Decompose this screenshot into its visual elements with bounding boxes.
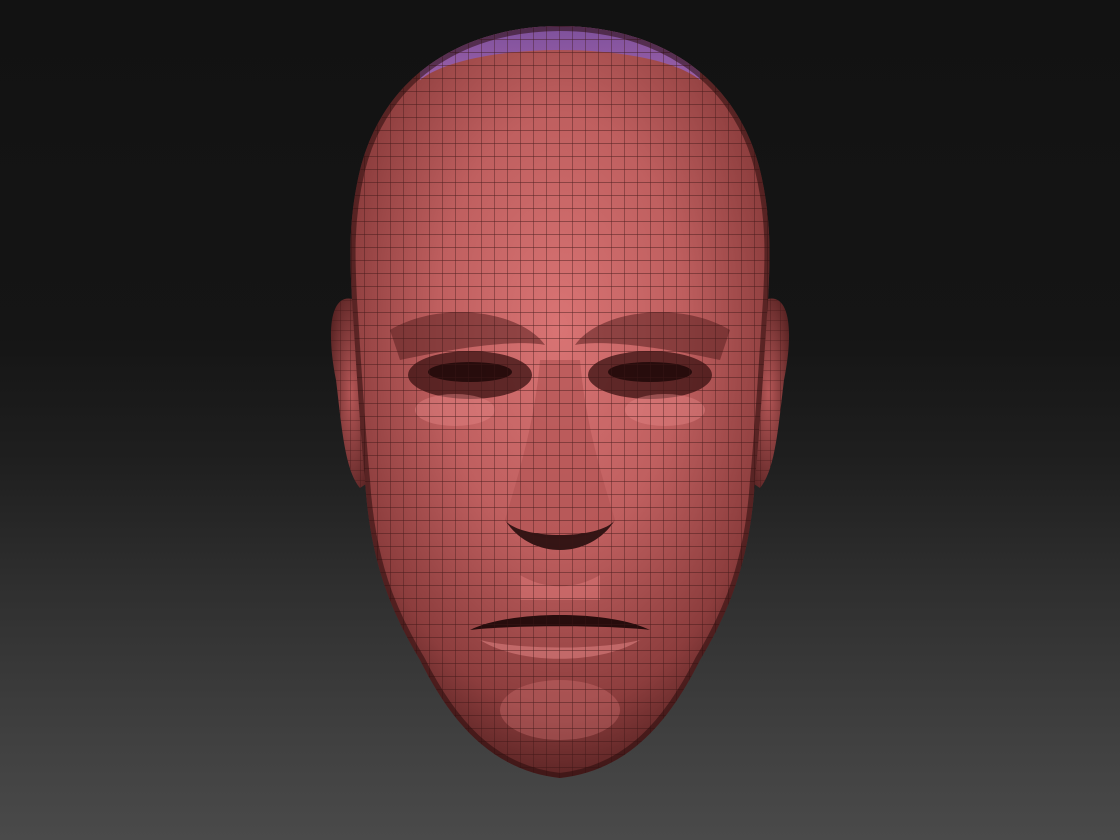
3d-viewport[interactable] (0, 0, 1120, 840)
head-model-canvas[interactable] (0, 0, 1120, 840)
head-mesh[interactable] (340, 20, 780, 790)
